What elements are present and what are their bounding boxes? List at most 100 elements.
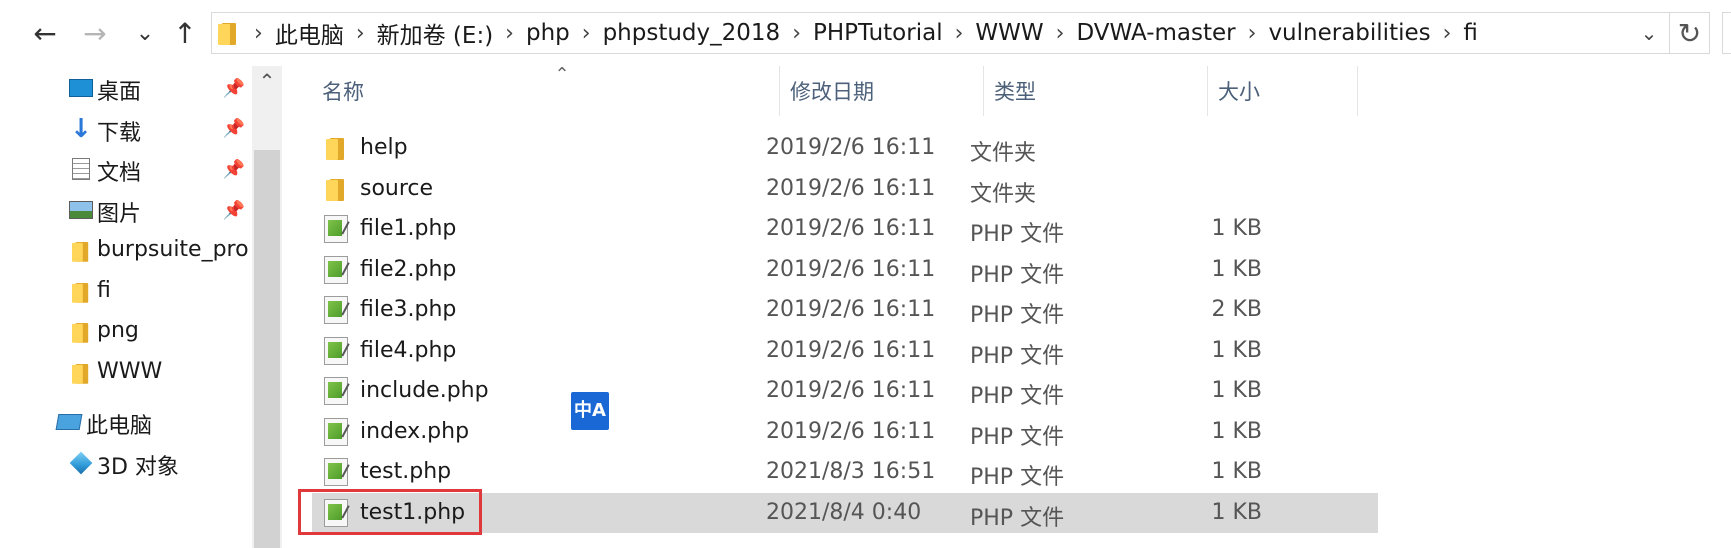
nav-item-label: fi xyxy=(97,277,111,303)
nav-item-label: 文档 xyxy=(97,161,142,187)
php-file-icon xyxy=(324,458,348,486)
nav-scrollbar[interactable]: ⌃ xyxy=(252,66,282,548)
file-row[interactable]: file1.php 2019/2/6 16:11 PHP 文件 1 KB xyxy=(312,209,1378,249)
nav-item[interactable]: ↓ 下载 📌 xyxy=(0,109,250,149)
pin-icon[interactable]: 📌 xyxy=(223,159,245,180)
folder-icon xyxy=(68,238,94,264)
nav-item[interactable]: png xyxy=(0,312,250,352)
nav-item-label: WWW xyxy=(97,358,163,384)
file-name: file4.php xyxy=(360,337,457,363)
file-type: PHP 文件 xyxy=(970,222,1065,247)
breadcrumb-item[interactable]: php xyxy=(526,20,570,46)
pin-icon[interactable]: 📌 xyxy=(223,78,245,99)
chevron-down-icon[interactable]: ⌄ xyxy=(128,14,162,52)
breadcrumb-item[interactable]: phpstudy_2018 xyxy=(603,20,781,46)
breadcrumb-item[interactable]: 新加卷 (E:) xyxy=(377,16,494,50)
arrow-up-icon[interactable]: ↑ xyxy=(168,14,202,52)
php-file-icon xyxy=(324,377,348,405)
breadcrumb-item[interactable]: PHPTutorial xyxy=(813,20,943,46)
file-row[interactable]: source 2019/2/6 16:11 文件夹 xyxy=(312,169,1378,209)
folder-icon xyxy=(324,134,346,160)
address-bar[interactable]: › 此电脑 › 新加卷 (E:) › php › phpstudy_2018 › PHPTutor… xyxy=(211,12,1670,54)
pin-icon[interactable]: 📌 xyxy=(223,200,245,221)
breadcrumb-item[interactable]: vulnerabilities xyxy=(1268,20,1430,46)
file-name: help xyxy=(360,135,408,160)
breadcrumb-item[interactable]: fi xyxy=(1463,20,1478,46)
nav-item-label: 桌面 xyxy=(97,80,142,105)
file-explorer-window: ← → ⌄ ↑ › 此电脑 › 新加卷 (E:) › php › phpstudy_2018 ›… xyxy=(0,0,1731,548)
navigation-toolbar: ← → ⌄ ↑ › 此电脑 › 新加卷 (E:) › php › phpstudy_2018 ›… xyxy=(0,0,1731,66)
navigation-pane: 桌面 📌 ↓ 下载 📌 文档 📌 图片 📌 burpsuite_pro fi png WWW 此电脑 3D … xyxy=(0,66,282,548)
pictures-icon xyxy=(68,197,94,223)
breadcrumb-separator-icon[interactable]: › xyxy=(570,21,603,46)
file-row[interactable]: file3.php 2019/2/6 16:11 PHP 文件 2 KB xyxy=(312,290,1378,330)
nav-item[interactable]: fi xyxy=(0,272,250,312)
breadcrumb-item[interactable]: WWW xyxy=(975,20,1043,46)
breadcrumb-separator-icon[interactable]: › xyxy=(344,21,377,46)
translate-icon[interactable]: 中A xyxy=(571,392,609,430)
file-name: include.php xyxy=(360,378,489,403)
column-header-size[interactable]: 大小 xyxy=(1208,66,1358,116)
file-size: 1 KB xyxy=(1211,337,1262,363)
file-modified: 2019/2/6 16:11 xyxy=(766,216,936,241)
nav-item-this-pc[interactable]: 此电脑 xyxy=(0,402,250,442)
file-type: PHP 文件 xyxy=(970,303,1065,328)
file-name: source xyxy=(360,175,434,201)
breadcrumb-separator-icon[interactable]: › xyxy=(1044,21,1077,46)
file-size: 1 KB xyxy=(1211,216,1262,241)
breadcrumb-separator-icon[interactable]: › xyxy=(242,21,275,46)
folder-icon xyxy=(68,279,94,305)
pin-icon[interactable]: 📌 xyxy=(223,118,245,139)
file-type: PHP 文件 xyxy=(970,424,1065,450)
nav-item[interactable]: 桌面 📌 xyxy=(0,68,250,108)
nav-item-label: 此电脑 xyxy=(86,414,153,439)
file-modified: 2021/8/3 16:51 xyxy=(766,459,936,484)
refresh-icon[interactable]: ↻ xyxy=(1670,12,1710,54)
column-header-name[interactable]: 名称 xyxy=(312,66,780,116)
file-row[interactable]: index.php 2019/2/6 16:11 PHP 文件 1 KB xyxy=(312,412,1378,452)
address-dropdown-icon[interactable]: ⌄ xyxy=(1633,17,1665,49)
file-row[interactable]: file2.php 2019/2/6 16:11 PHP 文件 1 KB xyxy=(312,250,1378,290)
php-file-icon xyxy=(324,336,348,365)
breadcrumb-separator-icon[interactable]: › xyxy=(780,21,813,46)
scroll-up-icon[interactable]: ⌃ xyxy=(252,66,282,96)
php-file-icon xyxy=(324,255,348,284)
file-size: 1 KB xyxy=(1211,378,1262,403)
file-row[interactable]: test1.php 2021/8/4 0:40 PHP 文件 1 KB xyxy=(312,492,1378,533)
file-size: 1 KB xyxy=(1211,459,1262,484)
file-row[interactable]: file4.php 2019/2/6 16:11 PHP 文件 1 KB xyxy=(312,331,1378,371)
breadcrumb-separator-icon[interactable]: › xyxy=(943,21,976,46)
file-name: file2.php xyxy=(360,256,457,282)
file-type: PHP 文件 xyxy=(970,343,1065,369)
file-name: test.php xyxy=(360,459,452,484)
file-row[interactable]: help 2019/2/6 16:11 文件夹 xyxy=(312,128,1378,168)
file-modified: 2019/2/6 16:11 xyxy=(766,256,936,282)
file-modified: 2019/2/6 16:11 xyxy=(766,135,936,160)
search-input[interactable] xyxy=(1722,12,1731,54)
file-list: ⌃ 名称 修改日期 类型 大小 help 2019/2/6 16:11 文件夹 sou… xyxy=(282,66,1731,548)
nav-item[interactable]: 图片 📌 xyxy=(0,190,250,230)
column-header-type[interactable]: 类型 xyxy=(984,66,1208,116)
nav-item-3d-objects[interactable]: 3D 对象 xyxy=(0,443,250,483)
file-name: test1.php xyxy=(360,499,466,525)
file-type: 文件夹 xyxy=(970,181,1037,207)
file-size: 2 KB xyxy=(1211,297,1262,322)
breadcrumb-item[interactable]: 此电脑 xyxy=(275,16,344,50)
file-row[interactable]: include.php 2019/2/6 16:11 PHP 文件 1 KB xyxy=(312,371,1378,411)
breadcrumb-separator-icon[interactable]: › xyxy=(1431,21,1464,46)
file-modified: 2019/2/6 16:11 xyxy=(766,297,936,322)
arrow-left-icon[interactable]: ← xyxy=(28,14,62,52)
breadcrumb-separator-icon[interactable]: › xyxy=(493,21,526,46)
nav-item[interactable]: burpsuite_pro xyxy=(0,231,250,271)
arrow-right-icon[interactable]: → xyxy=(78,14,112,52)
column-header-modified[interactable]: 修改日期 xyxy=(780,66,984,116)
nav-scroll-thumb[interactable] xyxy=(254,150,280,548)
file-row[interactable]: test.php 2021/8/3 16:51 PHP 文件 1 KB xyxy=(312,452,1378,492)
nav-item[interactable]: 文档 📌 xyxy=(0,149,250,189)
nav-item[interactable]: WWW xyxy=(0,353,250,393)
breadcrumb-item[interactable]: DVWA-master xyxy=(1076,20,1235,46)
folder-icon xyxy=(68,319,94,345)
file-name: index.php xyxy=(360,418,470,444)
breadcrumb-separator-icon[interactable]: › xyxy=(1236,21,1269,46)
nav-item-label: burpsuite_pro xyxy=(97,236,249,262)
